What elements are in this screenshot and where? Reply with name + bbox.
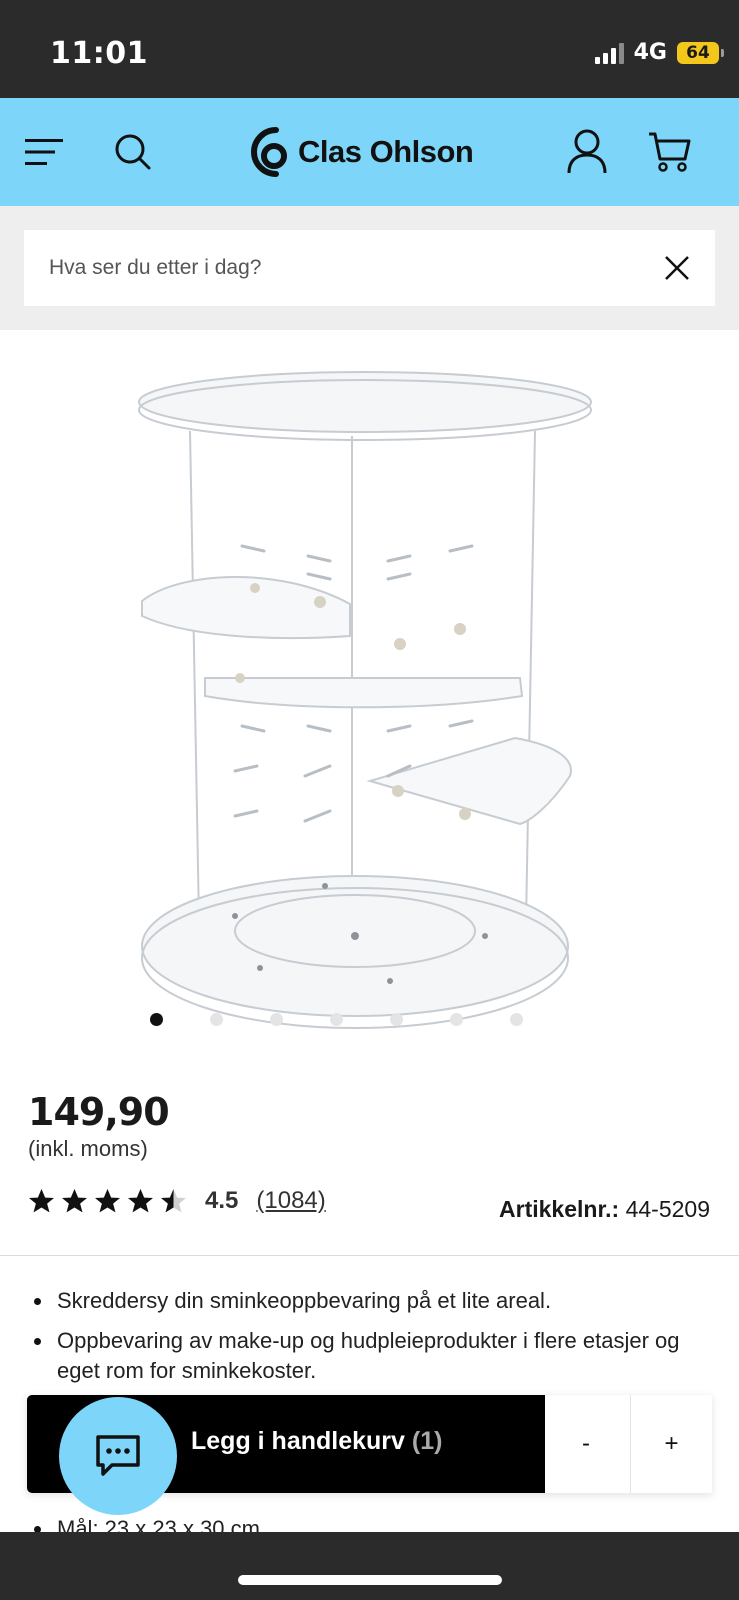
logo-text: Clas Ohlson — [298, 134, 474, 169]
close-icon[interactable] — [663, 254, 691, 282]
star-full-icon — [95, 1189, 120, 1213]
star-half-icon — [161, 1189, 186, 1213]
search-button[interactable] — [113, 98, 153, 206]
search-input[interactable] — [49, 230, 639, 306]
star-full-icon — [29, 1189, 54, 1213]
star-full-icon — [128, 1189, 153, 1213]
cart-button[interactable] — [645, 98, 693, 206]
feature-item: Oppbevaring av make-up og hudpleieproduk… — [30, 1326, 690, 1386]
chat-icon — [96, 1435, 140, 1476]
rating-stars — [28, 1188, 187, 1214]
image-carousel-dots — [150, 1013, 550, 1029]
cart-quantity: (1) — [411, 1427, 443, 1455]
account-button[interactable] — [565, 98, 609, 206]
search-box — [24, 230, 715, 306]
article-value: 44-5209 — [625, 1196, 710, 1222]
search-icon — [115, 134, 151, 170]
home-indicator-area — [0, 1532, 739, 1600]
chat-button[interactable] — [59, 1397, 177, 1515]
add-to-cart-label: Legg i handlekurv (1) — [191, 1427, 442, 1456]
divider — [0, 1255, 739, 1256]
menu-button[interactable] — [24, 98, 64, 206]
site-header: Clas Ohlson — [0, 98, 739, 206]
signal-icon — [594, 42, 624, 64]
carousel-dot[interactable] — [330, 1013, 343, 1026]
carousel-dot[interactable] — [390, 1013, 403, 1026]
status-bar: 11:01 4G 64 — [0, 0, 739, 98]
carousel-dot[interactable] — [150, 1013, 163, 1026]
vat-note: (inkl. moms) — [28, 1136, 148, 1161]
network-type: 4G — [633, 40, 667, 65]
brand-logo[interactable]: Clas Ohlson — [250, 126, 474, 178]
user-icon — [567, 129, 607, 174]
status-indicators: 4G 64 — [594, 40, 724, 65]
logo-icon — [251, 127, 287, 177]
carousel-dot[interactable] — [210, 1013, 223, 1026]
article-label: Artikkelnr.: — [499, 1196, 620, 1222]
rating-value: 4.5 — [205, 1187, 239, 1214]
feature-item: Skreddersy din sminkeoppbevaring på et l… — [30, 1286, 690, 1316]
product-image[interactable] — [130, 366, 600, 1042]
product-price: 149,90 — [28, 1090, 170, 1134]
quantity-increase-button[interactable]: + — [630, 1395, 712, 1493]
search-section — [0, 206, 739, 330]
rating-row: 4.5 (1084) — [28, 1184, 326, 1218]
reviews-link[interactable]: (1084) — [256, 1187, 325, 1215]
star-full-icon — [62, 1189, 87, 1213]
add-to-cart-text: Legg i handlekurv — [191, 1427, 405, 1455]
quantity-decrease-button[interactable]: - — [545, 1395, 627, 1493]
article-number: Artikkelnr.: 44-5209 — [499, 1196, 710, 1223]
menu-icon — [25, 139, 63, 165]
feature-list: Skreddersy din sminkeoppbevaring på et l… — [30, 1286, 690, 1396]
status-time: 11:01 — [50, 36, 148, 71]
carousel-dot[interactable] — [510, 1013, 523, 1026]
carousel-dot[interactable] — [450, 1013, 463, 1026]
home-indicator[interactable] — [238, 1575, 502, 1585]
carousel-dot[interactable] — [270, 1013, 283, 1026]
cart-icon — [649, 132, 691, 172]
battery-icon: 64 — [677, 41, 724, 64]
